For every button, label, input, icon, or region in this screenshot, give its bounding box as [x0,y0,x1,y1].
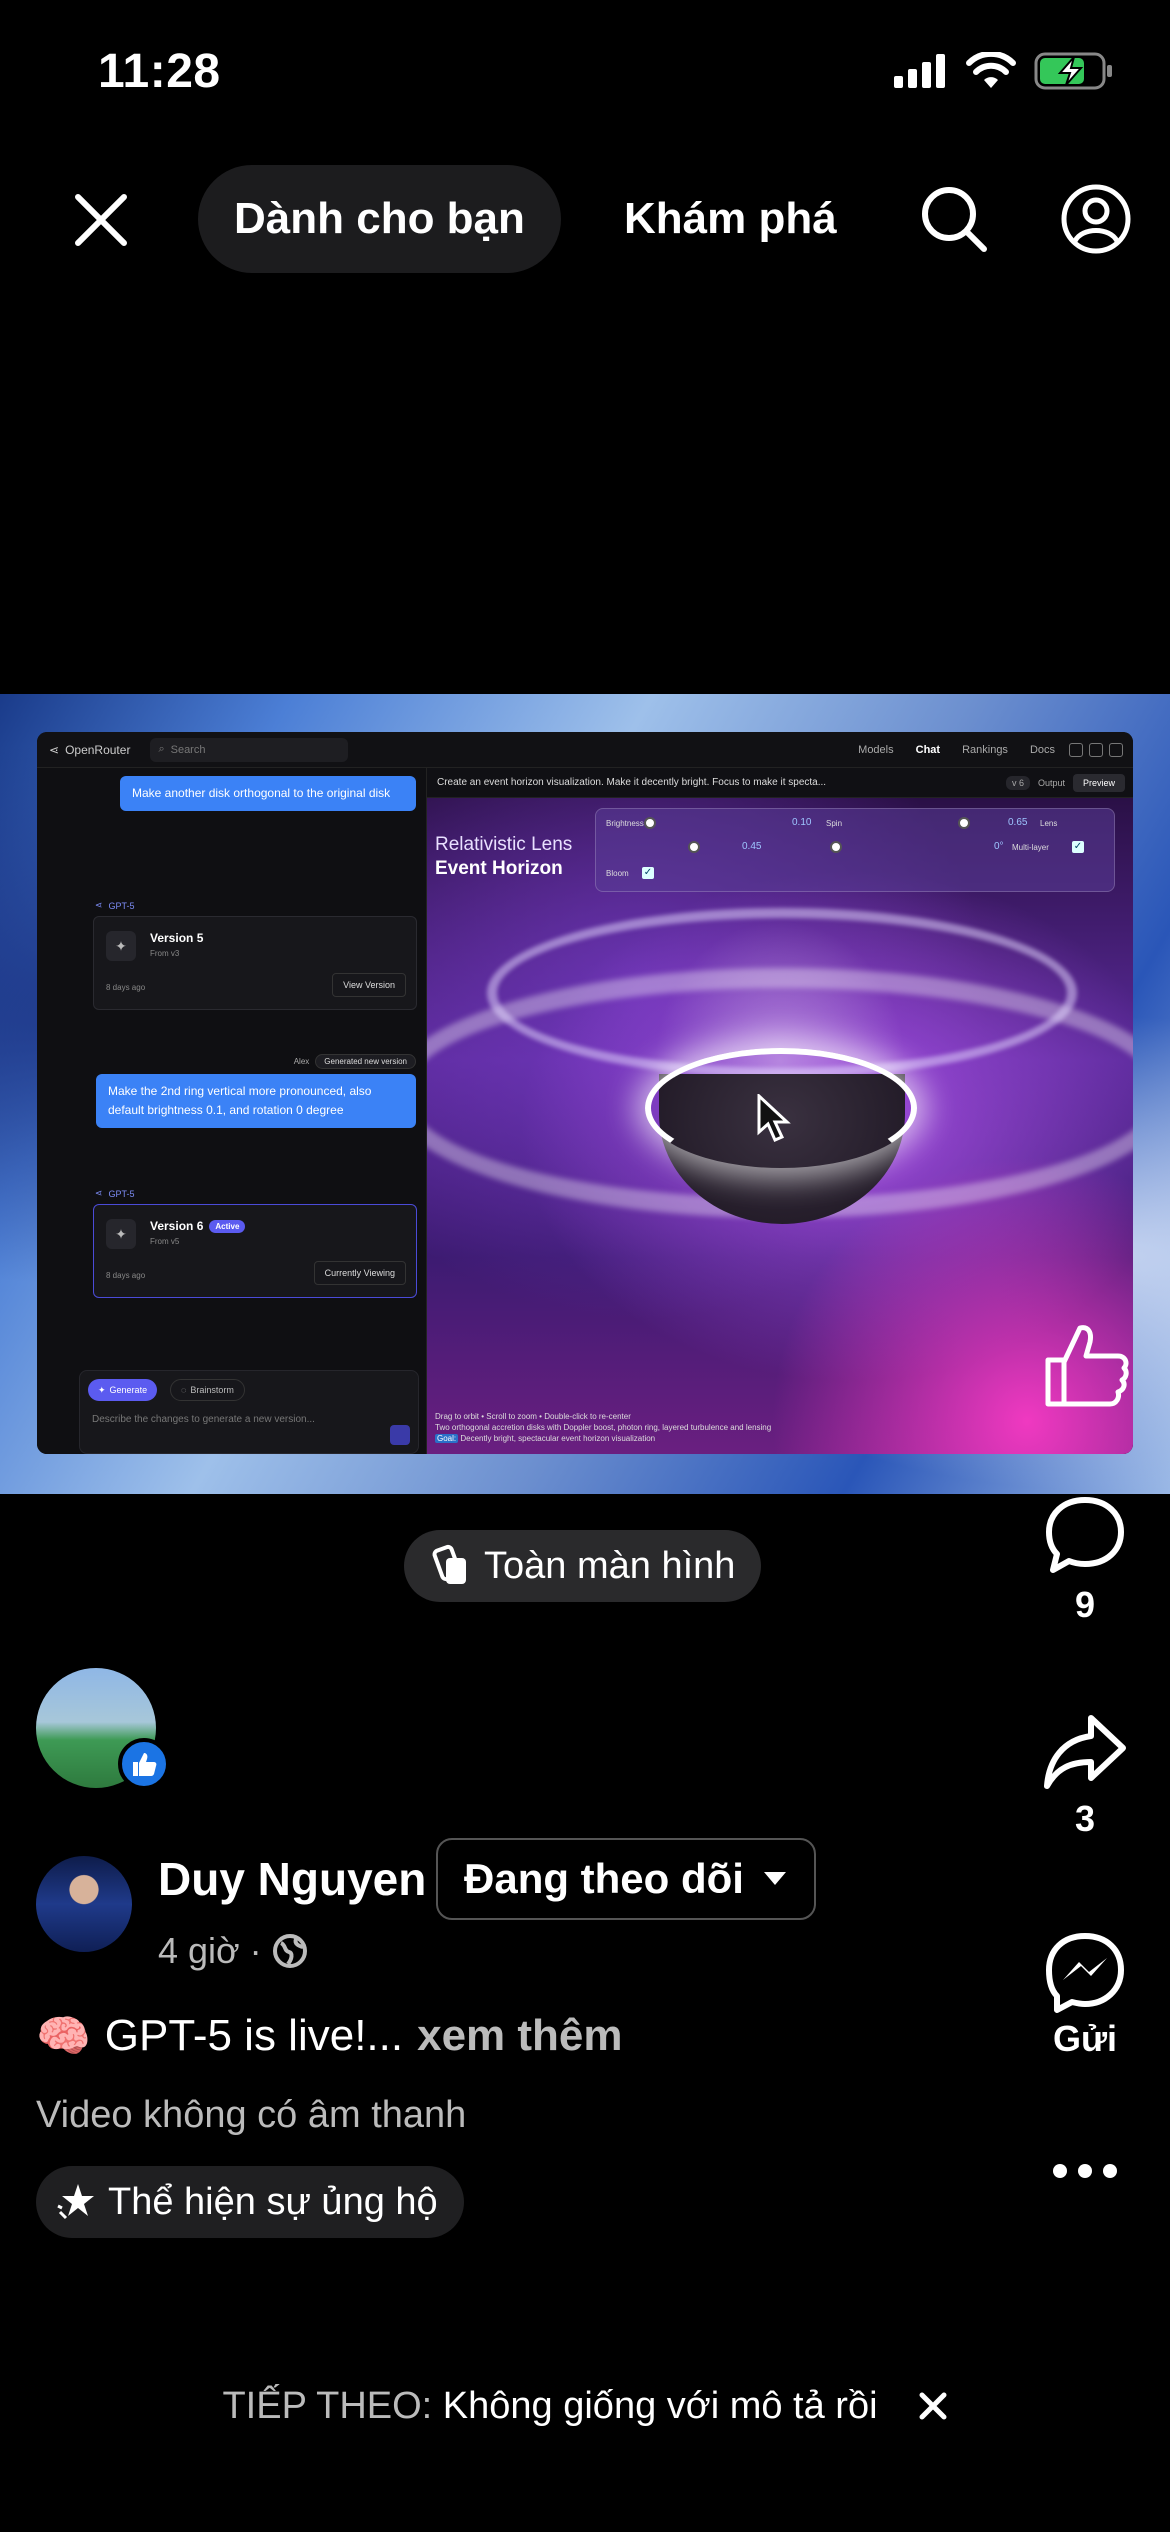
control-panel: Brightness 0.10 Spin 0.65 Lens 0.45 0° M… [595,808,1115,892]
profile-icon[interactable] [1060,183,1132,255]
screen-recording: ⋖ OpenRouter ⌕ Search Models Chat Rankin… [37,732,1133,1454]
scene-subtitle: Event Horizon [435,858,563,879]
post-caption[interactable]: 🧠 GPT-5 is live!... xem thêm [36,2010,623,2062]
next-up-label: TIẾP THEO: [222,2384,433,2427]
status-bar: 11:28 [0,0,1170,150]
app-nav-icons [1069,742,1123,757]
app-search: ⌕ Search [150,737,349,762]
more-options[interactable] [1000,2156,1170,2186]
top-nav: Dành cho bạn Khám phá [0,165,1170,275]
version-card-active: ✦ Version 6 Active From v5 8 days ago Cur… [93,1204,417,1298]
send-icon [390,1425,410,1445]
tab-explore[interactable]: Khám phá [624,165,837,273]
composer: ✦ Generate ◌ Brainstorm Describe the cha… [79,1370,419,1454]
status-time: 11:28 [98,45,221,98]
globe-icon [272,1934,307,1968]
send-label: Gửi [1052,2018,1118,2059]
search-icon: ⌕ [158,743,165,755]
prompt-bar: Create an event horizon visualization. M… [427,768,1133,798]
author-avatar[interactable] [36,1856,132,1952]
generate-button: ✦ Generate [88,1379,158,1401]
show-support-button[interactable]: Thể hiện sự ủng hộ [36,2166,464,2238]
close-icon[interactable] [918,2391,948,2421]
more-icon[interactable] [1050,2156,1120,2186]
share-action[interactable]: 3 [1000,1712,1170,1840]
author-name[interactable]: Duy Nguyen [158,1852,426,1906]
sparkle-icon: ✦ [106,1219,136,1249]
app-nav-rankings: Rankings [962,743,1008,756]
active-badge: Active [209,1220,246,1234]
search-icon[interactable] [918,183,990,255]
openrouter-icon: ⋖ [95,1188,103,1198]
comment-count: 9 [1074,1584,1096,1625]
scene-footer: Drag to orbit • Scroll to zoom • Double-… [435,1412,772,1443]
side-rail [37,768,65,1454]
close-icon[interactable] [68,187,134,253]
chat-pane: Make another disk orthogonal to the orig… [37,768,427,1454]
chevron-down-icon [763,1872,786,1885]
model-tag: ⋖ GPT-5 [95,1188,135,1199]
event-horizon-scene: Relativistic Lens Event Horizon Brightne… [427,798,1133,1454]
version-card: ✦ Version 5 From v3 8 days ago View Vers… [93,916,417,1010]
app-nav-chat: Chat [915,743,941,756]
comment-action[interactable]: 9 [1000,1494,1170,1626]
app-nav: Models Chat Rankings Docs [858,744,1055,756]
openrouter-icon: ⋖ [95,900,103,910]
openrouter-logo: ⋖ OpenRouter [49,742,131,757]
thumbs-up-icon [133,1753,157,1776]
next-up-bar[interactable]: TIẾP THEO: Không giống với mô tả rồi [0,2376,1170,2436]
openrouter-icon: ⋖ [49,742,60,757]
messenger-icon[interactable] [1043,1930,1127,2014]
user-message: Make another disk orthogonal to the orig… [120,776,416,811]
brainstorm-button: ◌ Brainstorm [170,1379,245,1401]
like-badge [118,1738,170,1790]
cellular-signal-icon [894,54,945,88]
brain-icon: 🧠 [36,2012,91,2061]
fullscreen-button[interactable]: Toàn màn hình [404,1530,762,1602]
post-time: 4 giờ · [158,1930,308,1972]
rotate-phone-icon [432,1544,466,1584]
app-nav-docs: Docs [1029,743,1055,756]
app-nav-models: Models [858,743,894,756]
share-icon[interactable] [1043,1712,1127,1792]
comment-icon[interactable] [1043,1494,1127,1578]
share-count: 3 [1074,1798,1096,1839]
view-version-button: View Version [332,973,406,997]
model-tag: ⋖ GPT-5 [95,900,135,911]
thumbs-up-icon [1045,1325,1129,1407]
sparkle-icon: ✦ [106,931,136,961]
generation-line: Alex Generated new version [294,1054,416,1069]
status-icons [894,52,1114,90]
composer-placeholder: Describe the changes to generate a new v… [92,1414,315,1425]
wifi-icon [966,52,1016,88]
tab-for-you[interactable]: Dành cho bạn [198,165,561,273]
app-topbar: ⋖ OpenRouter ⌕ Search Models Chat Rankin… [37,732,1133,768]
user-message: Make the 2nd ring vertical more pronounc… [96,1074,416,1128]
video-player[interactable]: ⋖ OpenRouter ⌕ Search Models Chat Rankin… [0,694,1170,1494]
next-up-title: Không giống với mô tả rồi [442,2384,878,2427]
currently-viewing-button: Currently Viewing [313,1261,406,1285]
see-more-link[interactable]: xem thêm [417,2011,622,2061]
battery-charging-icon [1034,52,1112,90]
cursor-icon [757,1094,791,1142]
no-audio-notice: Video không có âm thanh [36,2094,467,2136]
preview-pane: Create an event horizon visualization. M… [427,768,1133,1454]
scene-title: Relativistic Lens [435,834,573,855]
send-action[interactable]: Gửi [1000,1930,1170,2060]
sparkle-star-icon [57,2184,94,2220]
following-button[interactable]: Đang theo dõi [436,1838,816,1920]
